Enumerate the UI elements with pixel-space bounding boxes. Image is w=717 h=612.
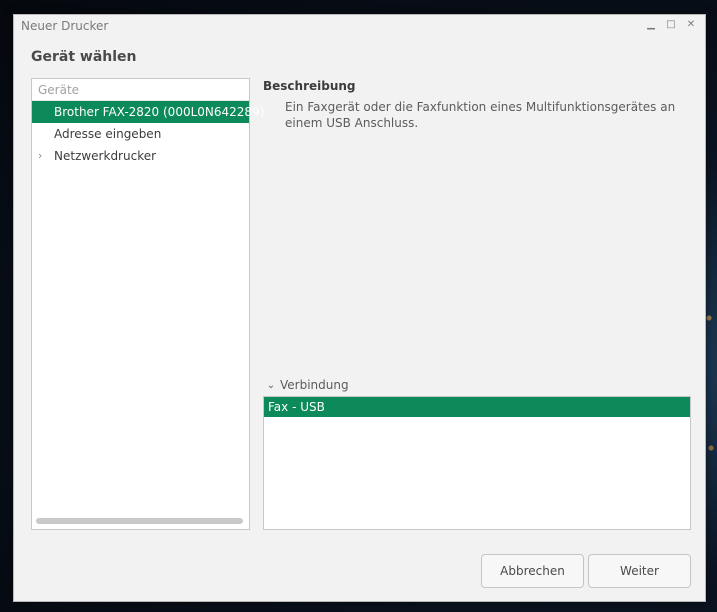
device-item-label: Adresse eingeben	[54, 127, 162, 141]
device-item-label: Netzwerkdrucker	[54, 149, 157, 163]
horizontal-scrollbar[interactable]	[36, 518, 243, 524]
window-title: Neuer Drucker	[21, 19, 109, 33]
page-title: Gerät wählen	[31, 49, 137, 65]
chevron-right-icon[interactable]: ›	[38, 145, 50, 167]
cancel-button[interactable]: Abbrechen	[481, 554, 584, 588]
connection-expander[interactable]: ⌄ Verbindung	[265, 378, 349, 392]
device-item-enter-address[interactable]: Adresse eingeben	[32, 123, 249, 145]
new-printer-dialog: Neuer Drucker ▁ □ ✕ Gerät wählen Geräte …	[13, 14, 706, 602]
device-item-label: Brother FAX-2820 (000L0N642289)	[54, 105, 265, 119]
connection-item-label: Fax - USB	[268, 400, 325, 414]
device-item-brother-fax[interactable]: Brother FAX-2820 (000L0N642289)	[32, 101, 264, 123]
next-button[interactable]: Weiter	[588, 554, 691, 588]
maximize-icon[interactable]: □	[665, 19, 677, 31]
chevron-down-icon: ⌄	[266, 379, 276, 391]
connection-item-fax-usb[interactable]: Fax - USB	[264, 397, 690, 417]
device-item-network-printer[interactable]: › Netzwerkdrucker	[32, 145, 249, 167]
device-list-header[interactable]: Geräte	[32, 79, 249, 101]
titlebar[interactable]: Neuer Drucker ▁ □ ✕	[14, 15, 705, 37]
minimize-icon[interactable]: ▁	[645, 19, 657, 31]
details-area: Beschreibung Ein Faxgerät oder die Faxfu…	[263, 78, 691, 530]
description-title: Beschreibung	[263, 79, 356, 93]
description-text: Ein Faxgerät oder die Faxfunktion eines …	[285, 100, 676, 130]
connection-label: Verbindung	[280, 378, 349, 392]
close-icon[interactable]: ✕	[685, 19, 697, 31]
window-controls: ▁ □ ✕	[645, 19, 697, 31]
connection-list: Fax - USB	[263, 396, 691, 530]
device-list: Geräte Brother FAX-2820 (000L0N642289) A…	[31, 78, 264, 530]
